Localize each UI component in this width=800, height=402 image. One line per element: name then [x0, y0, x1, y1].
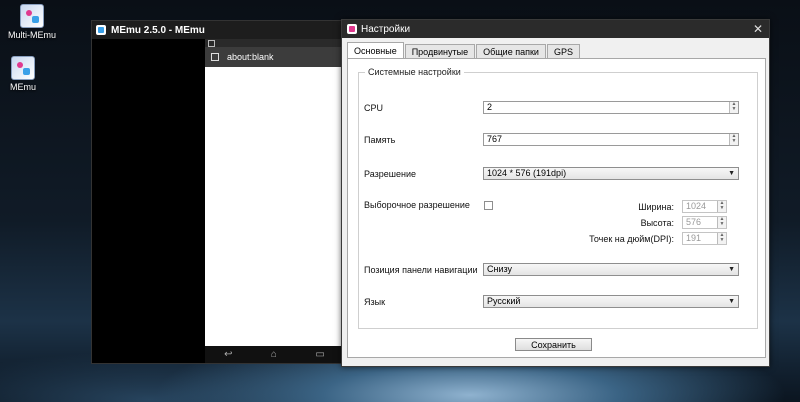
dpi-spinner-icon[interactable]: ▲ ▼ — [717, 233, 726, 244]
width-value: 1024 — [686, 201, 707, 211]
memory-spinner-icon[interactable]: ▲ ▼ — [729, 134, 738, 145]
home-icon[interactable]: ⌂ — [271, 349, 277, 360]
android-browser[interactable]: about:blank — [205, 39, 344, 346]
resolution-label: Разрешение — [364, 169, 416, 179]
memu-logo-icon — [96, 25, 106, 35]
status-square-icon — [208, 40, 215, 47]
language-select[interactable]: Русский ▼ — [483, 295, 739, 308]
navbar-position-value: Снизу — [487, 264, 513, 274]
settings-panel: Системные настройки CPU 2 ▲ ▼ Память 767 … — [347, 58, 766, 358]
chevron-down-icon: ▼ — [728, 298, 735, 305]
tab-basic[interactable]: Основные — [347, 42, 404, 59]
tab-gps[interactable]: GPS — [546, 44, 580, 59]
memu-window-title: MEmu 2.5.0 - MEmu — [111, 24, 205, 36]
memu-window: MEmu 2.5.0 - MEmu about:blank ↩ ⌂ ▭ — [91, 20, 345, 364]
settings-titlebar[interactable]: Настройки — [342, 20, 769, 38]
dpi-input[interactable]: 191 ▲ ▼ — [682, 232, 727, 245]
language-label: Язык — [364, 297, 386, 307]
resolution-select[interactable]: 1024 * 576 (191dpi) ▼ — [483, 167, 739, 180]
system-settings-group: Системные настройки CPU 2 ▲ ▼ Память 767 … — [358, 67, 758, 329]
cpu-value: 2 — [487, 102, 493, 112]
height-value: 576 — [686, 217, 702, 227]
browser-url: about:blank — [227, 52, 274, 62]
height-label: Высота: — [640, 218, 674, 228]
tab-advanced[interactable]: Продвинутые — [404, 44, 476, 59]
language-value: Русский — [487, 296, 521, 306]
save-button[interactable]: Сохранить — [515, 338, 592, 351]
cpu-input[interactable]: 2 ▲ ▼ — [483, 101, 739, 114]
chevron-down-icon: ▼ — [728, 266, 735, 273]
close-icon[interactable]: ✕ — [753, 22, 763, 36]
width-label: Ширина: — [638, 202, 674, 212]
height-spinner-icon[interactable]: ▲ ▼ — [717, 217, 726, 228]
browser-address-bar[interactable]: about:blank — [205, 47, 344, 67]
width-spinner-icon[interactable]: ▲ ▼ — [717, 201, 726, 212]
back-icon[interactable]: ↩ — [224, 349, 232, 360]
desktop-icon-multi-memu[interactable]: Multi-MEmu — [2, 4, 62, 40]
navbar-position-select[interactable]: Снизу ▼ — [483, 263, 739, 276]
chevron-down-icon: ▼ — [728, 170, 735, 177]
cpu-spinner-icon[interactable]: ▲ ▼ — [729, 102, 738, 113]
page-icon — [211, 53, 219, 61]
resolution-value: 1024 * 576 (191dpi) — [487, 168, 567, 178]
memory-label: Память — [364, 135, 396, 145]
settings-tabs: Основные Продвинутые Общие папки GPS — [347, 42, 581, 59]
memory-input[interactable]: 767 ▲ ▼ — [483, 133, 739, 146]
cpu-label: CPU — [364, 103, 384, 113]
desktop-icon-memu[interactable]: MEmu — [0, 56, 53, 92]
custom-resolution-label: Выборочное разрешение — [364, 200, 470, 210]
navbar-position-label: Позиция панели навигации — [364, 265, 478, 275]
width-input[interactable]: 1024 ▲ ▼ — [682, 200, 727, 213]
dpi-label: Точек на дюйм(DPI): — [589, 234, 674, 244]
multi-memu-icon — [20, 4, 44, 28]
recent-apps-icon[interactable]: ▭ — [315, 349, 324, 360]
settings-title: Настройки — [361, 23, 411, 35]
desktop-icon-label: MEmu — [9, 82, 36, 92]
tab-shared-folders[interactable]: Общие папки — [476, 44, 546, 59]
custom-resolution-checkbox[interactable] — [484, 201, 493, 210]
settings-logo-icon — [347, 24, 357, 34]
group-title: Системные настройки — [365, 67, 464, 77]
memu-titlebar[interactable]: MEmu 2.5.0 - MEmu — [92, 21, 344, 39]
android-navbar: ↩ ⌂ ▭ — [205, 346, 344, 363]
memory-value: 767 — [487, 134, 503, 144]
settings-dialog: Настройки ✕ Основные Продвинутые Общие п… — [341, 19, 770, 367]
dpi-value: 191 — [686, 233, 702, 243]
height-input[interactable]: 576 ▲ ▼ — [682, 216, 727, 229]
desktop-icon-label: Multi-MEmu — [7, 30, 56, 40]
memu-icon — [11, 56, 35, 80]
browser-statusbar — [205, 39, 344, 47]
